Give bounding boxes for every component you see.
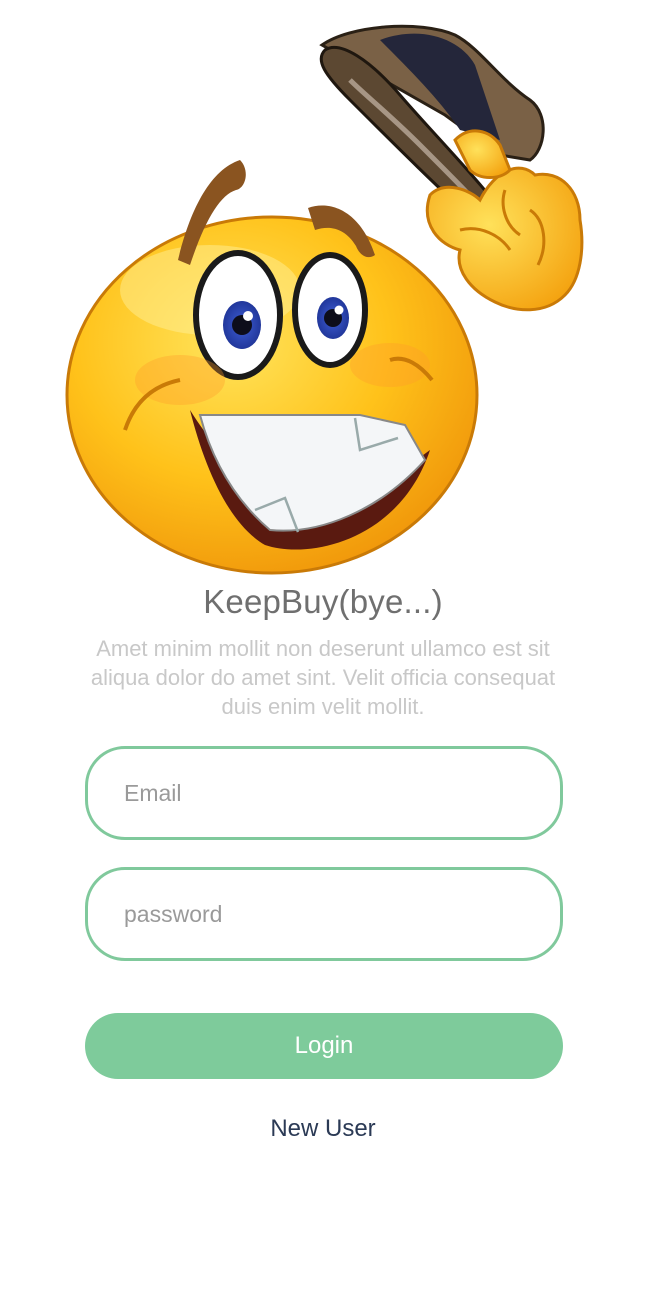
email-field[interactable]: [85, 746, 563, 840]
app-title: KeepBuy(bye...): [203, 583, 443, 620]
smiley-tipping-hat-icon: [60, 20, 590, 585]
email-input[interactable]: [88, 749, 560, 837]
login-button[interactable]: Login: [85, 1013, 563, 1079]
new-user-link[interactable]: New User: [0, 1115, 646, 1143]
password-field[interactable]: [85, 867, 563, 961]
app-description: Amet minim mollit non deserunt ullamco e…: [90, 636, 556, 719]
password-input[interactable]: [88, 870, 560, 958]
